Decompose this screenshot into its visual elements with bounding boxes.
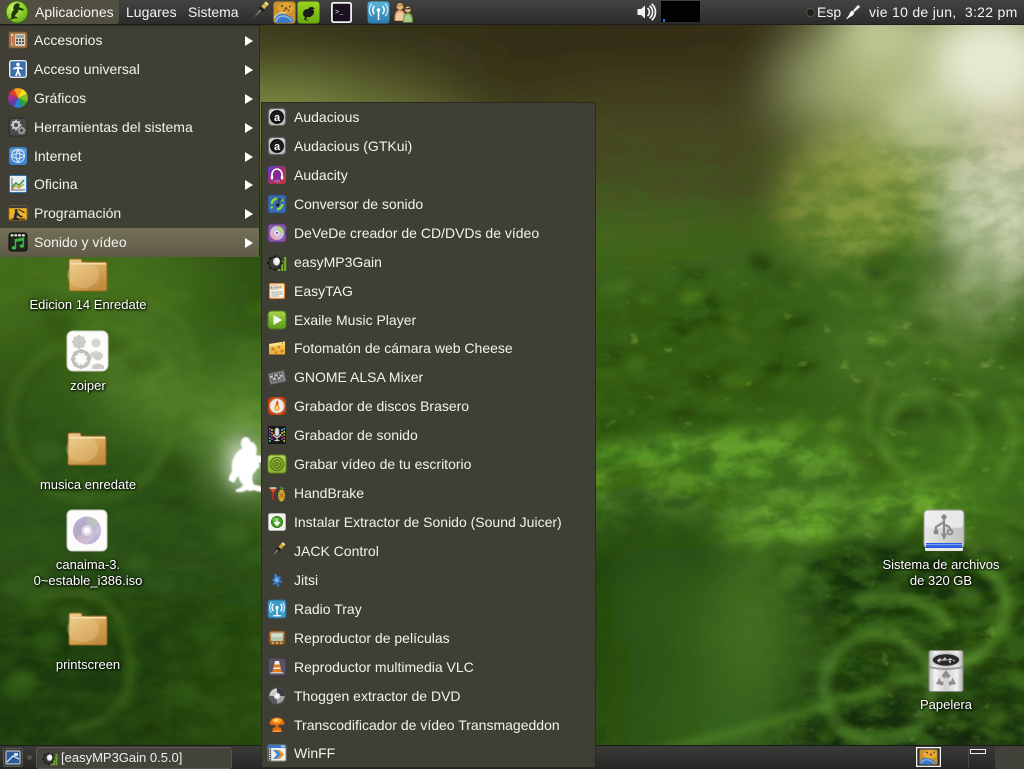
svg-text:>_: >_ [335, 9, 344, 17]
svg-text:a: a [274, 141, 281, 153]
svg-text:EasyTAG: EasyTAG [269, 286, 280, 290]
svg-text:a: a [274, 112, 281, 124]
